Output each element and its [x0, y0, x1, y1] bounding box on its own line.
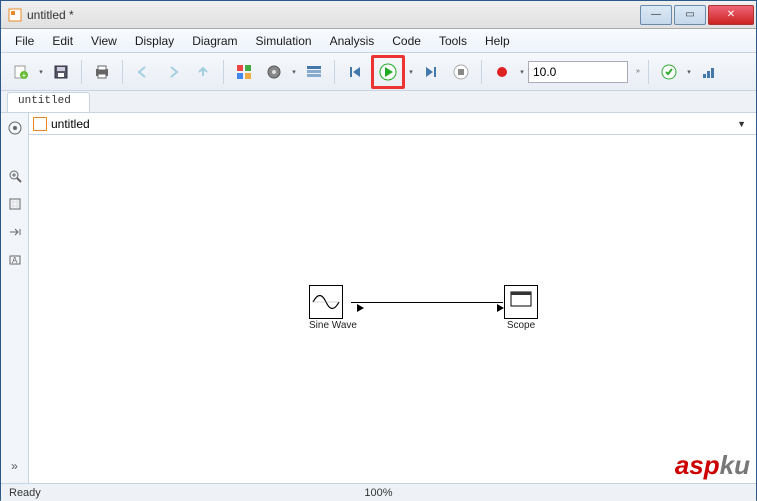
work-area: A » untitled ▼ Sine Wave: [1, 113, 756, 483]
status-zoom: 100%: [364, 487, 392, 499]
library-browser-button[interactable]: [230, 58, 258, 86]
palette: A »: [1, 113, 29, 483]
build-button[interactable]: [695, 58, 723, 86]
run-button[interactable]: [371, 55, 405, 89]
menu-code[interactable]: Code: [384, 32, 429, 50]
tabbar: untitled: [1, 91, 756, 113]
menu-view[interactable]: View: [83, 32, 125, 50]
close-button[interactable]: ✕: [708, 5, 754, 25]
update-diagram-button[interactable]: [655, 58, 683, 86]
new-model-button[interactable]: +: [7, 58, 35, 86]
menu-display[interactable]: Display: [127, 32, 182, 50]
menu-analysis[interactable]: Analysis: [322, 32, 383, 50]
annotation-button[interactable]: A: [4, 249, 26, 271]
new-dropdown[interactable]: ▾: [37, 68, 45, 76]
hide-browser-button[interactable]: [4, 117, 26, 139]
model-explorer-button[interactable]: [300, 58, 328, 86]
zoom-in-button[interactable]: [4, 165, 26, 187]
maximize-button[interactable]: ▭: [674, 5, 706, 25]
config-dropdown[interactable]: ▾: [290, 68, 298, 76]
print-button[interactable]: [88, 58, 116, 86]
record-button[interactable]: [488, 58, 516, 86]
mode-dropdown[interactable]: »: [634, 68, 642, 75]
menu-file[interactable]: File: [7, 32, 42, 50]
app-window: untitled * — ▭ ✕ File Edit View Display …: [0, 0, 757, 500]
status-left: Ready: [9, 487, 41, 499]
breadcrumb-model[interactable]: untitled: [51, 117, 90, 131]
block-sine-wave[interactable]: Sine Wave: [309, 285, 357, 331]
model-config-button[interactable]: [260, 58, 288, 86]
simulation-time-input[interactable]: [528, 61, 628, 83]
signal-line[interactable]: [351, 302, 503, 303]
toggle-perspectives-button[interactable]: [4, 221, 26, 243]
tab-label: untitled: [18, 95, 71, 107]
menu-tools[interactable]: Tools: [431, 32, 475, 50]
svg-text:+: +: [22, 71, 27, 80]
minimize-button[interactable]: —: [640, 5, 672, 25]
forward-button[interactable]: [159, 58, 187, 86]
window-title: untitled *: [27, 8, 74, 22]
statusbar: Ready 100%: [1, 483, 756, 501]
tab-untitled[interactable]: untitled: [7, 92, 90, 112]
model-icon: [33, 117, 47, 131]
step-forward-button[interactable]: [417, 58, 445, 86]
canvas[interactable]: Sine Wave Scope: [29, 135, 756, 483]
block-scope[interactable]: Scope: [504, 285, 538, 331]
run-dropdown[interactable]: ▾: [407, 68, 415, 76]
menu-edit[interactable]: Edit: [44, 32, 81, 50]
stop-button[interactable]: [447, 58, 475, 86]
menu-diagram[interactable]: Diagram: [184, 32, 245, 50]
fit-view-button[interactable]: [4, 193, 26, 215]
up-button[interactable]: [189, 58, 217, 86]
sine-wave-icon: [311, 287, 341, 317]
titlebar: untitled * — ▭ ✕: [1, 1, 756, 29]
menu-help[interactable]: Help: [477, 32, 518, 50]
breadcrumb: untitled ▼: [29, 113, 756, 135]
back-button[interactable]: [129, 58, 157, 86]
block-sine-label: Sine Wave: [309, 320, 357, 331]
sine-outport[interactable]: [357, 304, 364, 312]
scope-icon: [506, 287, 536, 317]
main-panel: untitled ▼ Sine Wave Sco: [29, 113, 756, 483]
step-back-button[interactable]: [341, 58, 369, 86]
expand-button[interactable]: »: [4, 455, 26, 477]
toolbar: + ▾ ▾ ▾ ▾ » ▾: [1, 53, 756, 91]
save-button[interactable]: [47, 58, 75, 86]
window-controls: — ▭ ✕: [638, 5, 754, 25]
svg-text:A: A: [12, 256, 18, 265]
app-icon: [7, 7, 23, 23]
update-dropdown[interactable]: ▾: [685, 68, 693, 76]
menubar: File Edit View Display Diagram Simulatio…: [1, 29, 756, 53]
block-scope-label: Scope: [504, 320, 538, 331]
scope-inport[interactable]: [497, 304, 504, 312]
breadcrumb-expand[interactable]: ▼: [731, 119, 752, 129]
record-dropdown[interactable]: ▾: [518, 68, 526, 76]
menu-simulation[interactable]: Simulation: [248, 32, 320, 50]
